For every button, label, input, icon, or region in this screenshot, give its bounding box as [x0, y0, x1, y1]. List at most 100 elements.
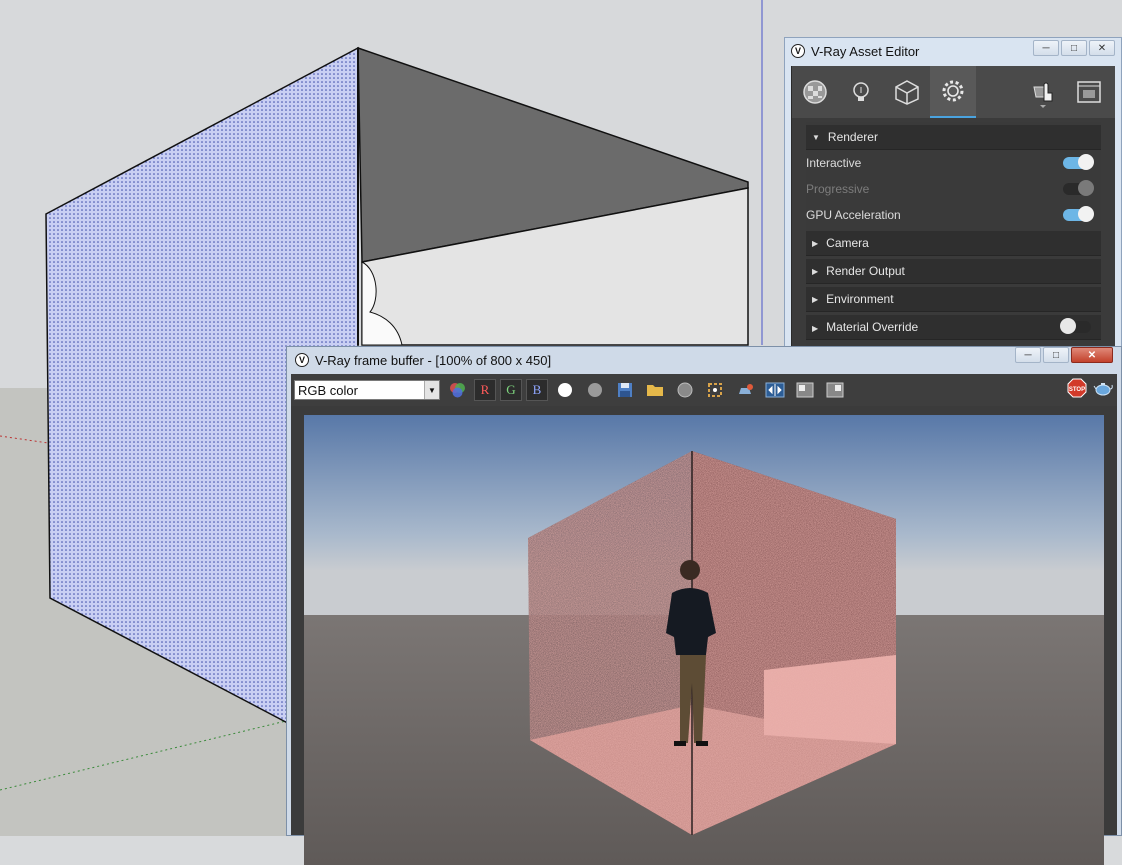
prop-progressive: Progressive: [806, 176, 1101, 202]
stop-render-button[interactable]: STOP: [1067, 378, 1087, 398]
asset-editor-body: ▼ Renderer Interactive Progressive GPU A…: [791, 66, 1115, 366]
gear-icon: [942, 80, 964, 102]
color-correction-button[interactable]: [444, 378, 470, 402]
chevron-down-icon: ▼: [424, 381, 439, 399]
maximize-icon: □: [1052, 349, 1060, 361]
asset-editor-title: V-Ray Asset Editor: [811, 43, 920, 59]
white-dot-icon: [558, 383, 572, 397]
sphere-checker-icon: [803, 80, 827, 104]
white-dot-button[interactable]: [552, 378, 578, 402]
frame-buffer-button[interactable]: [1066, 66, 1112, 118]
caret-right-icon: ▶: [812, 266, 819, 276]
region-icon: [708, 383, 722, 397]
frame-buffer-window[interactable]: V V-Ray frame buffer - [100% of 800 x 45…: [286, 346, 1122, 865]
tab-lights[interactable]: [838, 66, 884, 118]
asset-editor-titlebar[interactable]: V V-Ray Asset Editor ─ □ ✕: [785, 38, 1121, 64]
history-left-button[interactable]: [792, 378, 818, 402]
minimize-icon: ─: [1024, 349, 1032, 361]
track-mouse-icon: [739, 384, 753, 394]
teapot-hand-icon: [1033, 82, 1053, 108]
section-renderer-label: Renderer: [827, 130, 878, 144]
maximize-icon: □: [1070, 42, 1078, 54]
render-canvas: [304, 415, 1104, 865]
close-icon: ✕: [1087, 349, 1097, 361]
prop-interactive: Interactive: [806, 150, 1101, 176]
interactive-render-button[interactable]: [1020, 66, 1066, 118]
tab-geometry[interactable]: [884, 66, 930, 118]
stop-label: STOP: [1069, 387, 1085, 393]
stop-icon: STOP: [1067, 378, 1087, 398]
gray-dot-button[interactable]: [582, 378, 608, 402]
caret-down-icon: ▼: [812, 132, 820, 142]
frame-buffer-titlebar[interactable]: V V-Ray frame buffer - [100% of 800 x 45…: [287, 347, 1121, 373]
open-folder-icon: [647, 385, 663, 396]
toggle-interactive[interactable]: [1063, 154, 1094, 170]
section-renderer[interactable]: ▼ Renderer: [806, 125, 1101, 150]
green-channel-label: G: [506, 382, 516, 397]
gray-dot-icon: [588, 383, 602, 397]
vray-logo-icon: V: [295, 353, 309, 367]
blue-channel-label: B: [532, 382, 542, 397]
channel-select[interactable]: RGB color ▼: [294, 380, 440, 400]
frame-buffer-toolbar: RGB color ▼ R G B STOP: [291, 374, 1117, 406]
asset-editor-toolbar: [792, 66, 1115, 118]
compare-icon: [765, 382, 785, 398]
history-left-icon: [796, 382, 814, 398]
caret-right-icon: ▶: [812, 238, 819, 248]
open-folder-button[interactable]: [642, 378, 668, 402]
save-icon: [618, 383, 632, 397]
caret-right-icon: ▶: [812, 294, 819, 304]
lightbulb-icon: [853, 82, 869, 101]
section-camera-label: Camera: [826, 236, 869, 250]
region-render-button[interactable]: [702, 378, 728, 402]
close-button[interactable]: ✕: [1089, 40, 1115, 56]
history-right-button[interactable]: [822, 378, 848, 402]
frame-buffer-body: RGB color ▼ R G B STOP: [291, 374, 1117, 865]
cube-icon: [895, 80, 919, 105]
section-render-output-label: Render Output: [826, 264, 905, 278]
asset-editor-window[interactable]: V V-Ray Asset Editor ─ □ ✕ ▼ Renderer In…: [784, 37, 1122, 367]
channel-select-value: RGB color: [298, 382, 358, 398]
section-material-override[interactable]: ▶ Material Override: [806, 315, 1101, 340]
teapot-icon: [1093, 383, 1113, 396]
rendered-image[interactable]: [304, 415, 1104, 865]
red-channel-label: R: [480, 382, 490, 397]
frame-buffer-icon: [1077, 81, 1101, 103]
prop-gpu-label: GPU Acceleration: [806, 208, 901, 222]
section-render-output[interactable]: ▶ Render Output: [806, 259, 1101, 284]
clear-image-button[interactable]: [672, 378, 698, 402]
vray-logo-icon: V: [791, 44, 805, 58]
minimize-button[interactable]: ─: [1033, 40, 1059, 56]
track-mouse-button[interactable]: [732, 378, 758, 402]
tab-settings[interactable]: [930, 66, 976, 118]
settings-panel: ▼ Renderer Interactive Progressive GPU A…: [806, 122, 1101, 366]
close-button[interactable]: ✕: [1071, 347, 1113, 363]
close-icon: ✕: [1097, 42, 1107, 54]
caret-right-icon: ▶: [812, 324, 819, 333]
render-button[interactable]: [1093, 378, 1113, 398]
tab-materials[interactable]: [792, 66, 838, 118]
section-environment-label: Environment: [826, 292, 894, 306]
section-material-override-label: Material Override: [826, 320, 919, 334]
toggle-gpu-acceleration[interactable]: [1063, 206, 1094, 222]
compare-button[interactable]: [762, 378, 788, 402]
color-correction-icon: [450, 383, 465, 398]
clear-icon: [677, 382, 693, 398]
toggle-material-override[interactable]: [1060, 318, 1091, 334]
section-environment[interactable]: ▶ Environment: [806, 287, 1101, 312]
maximize-button[interactable]: □: [1061, 40, 1087, 56]
prop-interactive-label: Interactive: [806, 156, 862, 170]
maximize-button[interactable]: □: [1043, 347, 1069, 363]
minimize-icon: ─: [1042, 42, 1050, 54]
toggle-progressive: [1063, 180, 1094, 196]
history-right-icon: [826, 382, 844, 398]
red-channel-button[interactable]: R: [474, 379, 496, 401]
section-camera[interactable]: ▶ Camera: [806, 231, 1101, 256]
prop-progressive-label: Progressive: [806, 182, 870, 196]
frame-buffer-title: V-Ray frame buffer - [100% of 800 x 450]: [315, 352, 552, 368]
green-channel-button[interactable]: G: [500, 379, 522, 401]
blue-channel-button[interactable]: B: [526, 379, 548, 401]
minimize-button[interactable]: ─: [1015, 347, 1041, 363]
prop-gpu-acceleration: GPU Acceleration: [806, 202, 1101, 228]
save-button[interactable]: [612, 378, 638, 402]
